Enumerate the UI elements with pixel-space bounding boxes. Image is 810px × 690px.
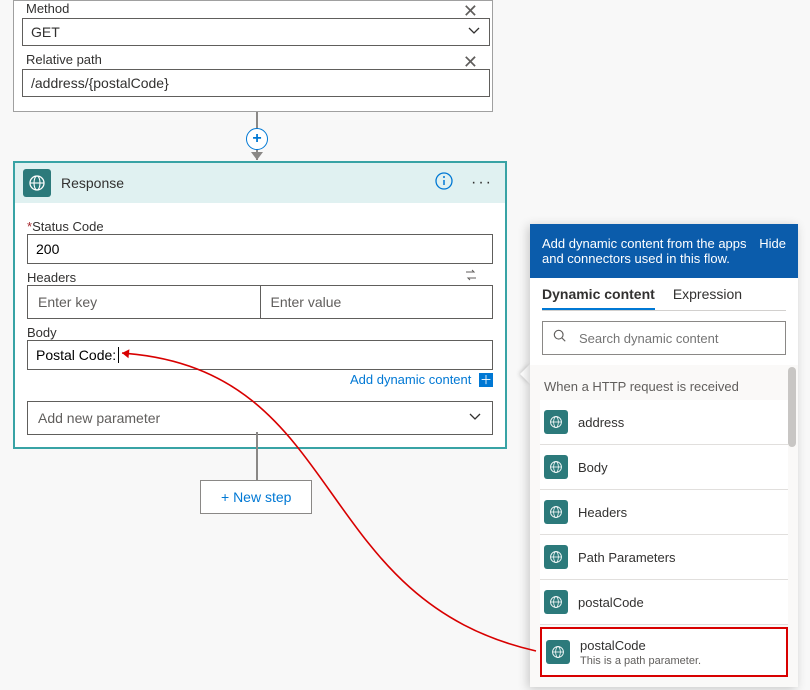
add-parameter-select[interactable]: Add new parameter	[27, 401, 493, 435]
dc-section-title: When a HTTP request is received	[540, 369, 788, 400]
remove-method-icon[interactable]: ✕	[457, 0, 484, 24]
dc-banner-text: Add dynamic content from the apps and co…	[542, 236, 751, 266]
dc-token-list: address Body Headers Path Parameters pos…	[540, 400, 788, 677]
response-card-header[interactable]: Response ···	[15, 163, 505, 203]
insert-step-button[interactable]: +	[246, 128, 268, 150]
http-icon	[546, 640, 570, 664]
dc-item-path-parameters[interactable]: Path Parameters	[540, 535, 788, 580]
dc-item-postalcode-path[interactable]: postalCode This is a path parameter.	[540, 627, 788, 677]
more-menu-icon[interactable]: ···	[467, 170, 497, 196]
add-parameter-placeholder: Add new parameter	[38, 410, 160, 426]
dc-search-input[interactable]	[577, 330, 775, 347]
status-code-label: *Status Code	[27, 219, 493, 234]
dc-search-box[interactable]	[542, 321, 786, 355]
info-icon[interactable]	[431, 168, 457, 199]
swap-mode-icon[interactable]	[461, 265, 481, 285]
response-title: Response	[61, 175, 421, 191]
relative-path-label: Relative path	[22, 52, 484, 69]
hide-panel-link[interactable]: Hide	[759, 236, 786, 251]
tab-dynamic-content[interactable]: Dynamic content	[542, 286, 655, 310]
dc-item-body[interactable]: Body	[540, 445, 788, 490]
dynamic-content-panel: Add dynamic content from the apps and co…	[530, 224, 798, 687]
method-label: Method	[22, 1, 484, 18]
new-step-button[interactable]: + New step	[200, 480, 312, 514]
http-icon	[544, 455, 568, 479]
chevron-down-icon	[467, 24, 481, 40]
dc-item-postalcode[interactable]: postalCode	[540, 580, 788, 625]
http-icon	[544, 410, 568, 434]
search-icon	[553, 329, 567, 348]
header-value-input[interactable]: Enter value	[261, 285, 494, 319]
relative-path-input[interactable]	[22, 69, 490, 97]
add-dynamic-content-link[interactable]: Add dynamic content	[350, 372, 471, 387]
flyout-pointer-icon	[520, 364, 530, 384]
body-label: Body	[27, 325, 493, 340]
headers-label: Headers	[27, 270, 493, 285]
http-icon	[544, 500, 568, 524]
status-code-input[interactable]	[27, 234, 493, 264]
scrollbar[interactable]	[788, 367, 796, 447]
connector-arrow-icon	[251, 152, 263, 160]
text-cursor	[118, 347, 119, 363]
body-value: Postal Code:	[36, 347, 116, 363]
designer-canvas: Method ✕ GET Relative path ✕ +	[0, 0, 810, 690]
body-input[interactable]: Postal Code:	[27, 340, 493, 370]
connector-line-2	[256, 432, 258, 480]
method-select[interactable]: GET	[22, 18, 490, 46]
header-key-input[interactable]: Enter key	[27, 285, 261, 319]
dc-item-headers[interactable]: Headers	[540, 490, 788, 535]
request-action-card: Method ✕ GET Relative path ✕	[13, 0, 493, 112]
chevron-down-icon	[468, 410, 482, 427]
http-icon	[544, 590, 568, 614]
add-dc-plus-icon[interactable]: ＋	[479, 373, 493, 387]
http-icon	[544, 545, 568, 569]
dc-item-address[interactable]: address	[540, 400, 788, 445]
response-icon	[23, 169, 51, 197]
response-action-card: Response ··· *Status Code Headers Enter …	[13, 161, 507, 449]
tab-expression[interactable]: Expression	[673, 286, 742, 310]
method-value: GET	[31, 24, 60, 40]
remove-path-icon[interactable]: ✕	[457, 50, 484, 75]
